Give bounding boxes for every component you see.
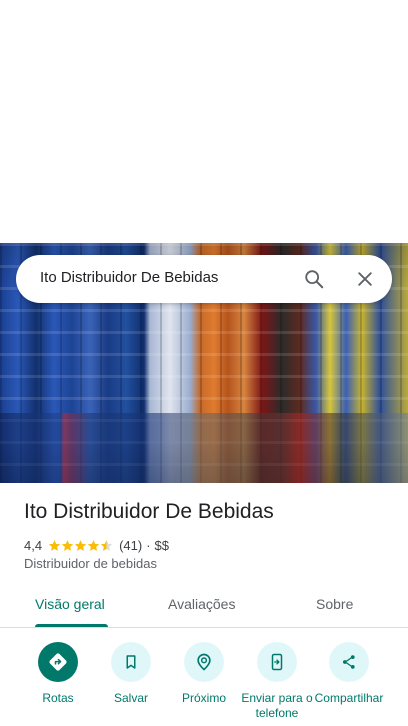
- price-level: $$: [154, 537, 170, 553]
- action-bar: Rotas Salvar Próximo Enviar para o telef…: [0, 640, 408, 726]
- directions-icon: [38, 642, 78, 682]
- separator: ·: [146, 537, 151, 553]
- share-label: Compartilhar: [314, 691, 384, 705]
- search-query[interactable]: Ito Distribuidor De Bebidas: [40, 269, 218, 286]
- star-full-icon: [48, 539, 61, 551]
- bookmark-icon: [111, 642, 151, 682]
- review-count[interactable]: (41): [119, 538, 142, 553]
- star-half-icon: [100, 539, 113, 551]
- share-icon: [329, 642, 369, 682]
- nearby-icon: [184, 642, 224, 682]
- send-to-phone-icon: [257, 642, 297, 682]
- rating-value: 4,4: [24, 537, 43, 553]
- active-tab-indicator: [35, 624, 108, 627]
- send-to-phone-label: Enviar para o telefone: [241, 691, 313, 720]
- nearby-label: Próximo: [181, 691, 226, 705]
- send-to-phone-button[interactable]: Enviar para o telefone: [239, 642, 315, 726]
- save-label: Salvar: [113, 691, 148, 705]
- star-full-icon: [87, 539, 100, 551]
- star-rating: [48, 539, 113, 552]
- place-title: Ito Distribuidor De Bebidas: [24, 500, 274, 523]
- save-button[interactable]: Salvar: [93, 642, 169, 726]
- star-full-icon: [74, 539, 87, 551]
- directions-label: Rotas: [42, 691, 74, 705]
- close-icon[interactable]: [349, 263, 381, 295]
- tab-about[interactable]: Sobre: [316, 596, 353, 612]
- tab-reviews[interactable]: Avaliações: [168, 596, 235, 612]
- search-bar[interactable]: Ito Distribuidor De Bebidas: [16, 255, 392, 303]
- directions-button[interactable]: Rotas: [20, 642, 96, 726]
- search-icon[interactable]: [298, 263, 330, 295]
- tab-overview[interactable]: Visão geral: [35, 596, 105, 612]
- rating-row[interactable]: 4,4 (41) · $$: [24, 536, 169, 554]
- share-button[interactable]: Compartilhar: [311, 642, 387, 726]
- tab-bar: Visão geral Avaliações Sobre: [0, 585, 408, 628]
- star-full-icon: [61, 539, 74, 551]
- place-category: Distribuidor de bebidas: [24, 556, 157, 571]
- nearby-button[interactable]: Próximo: [166, 642, 242, 726]
